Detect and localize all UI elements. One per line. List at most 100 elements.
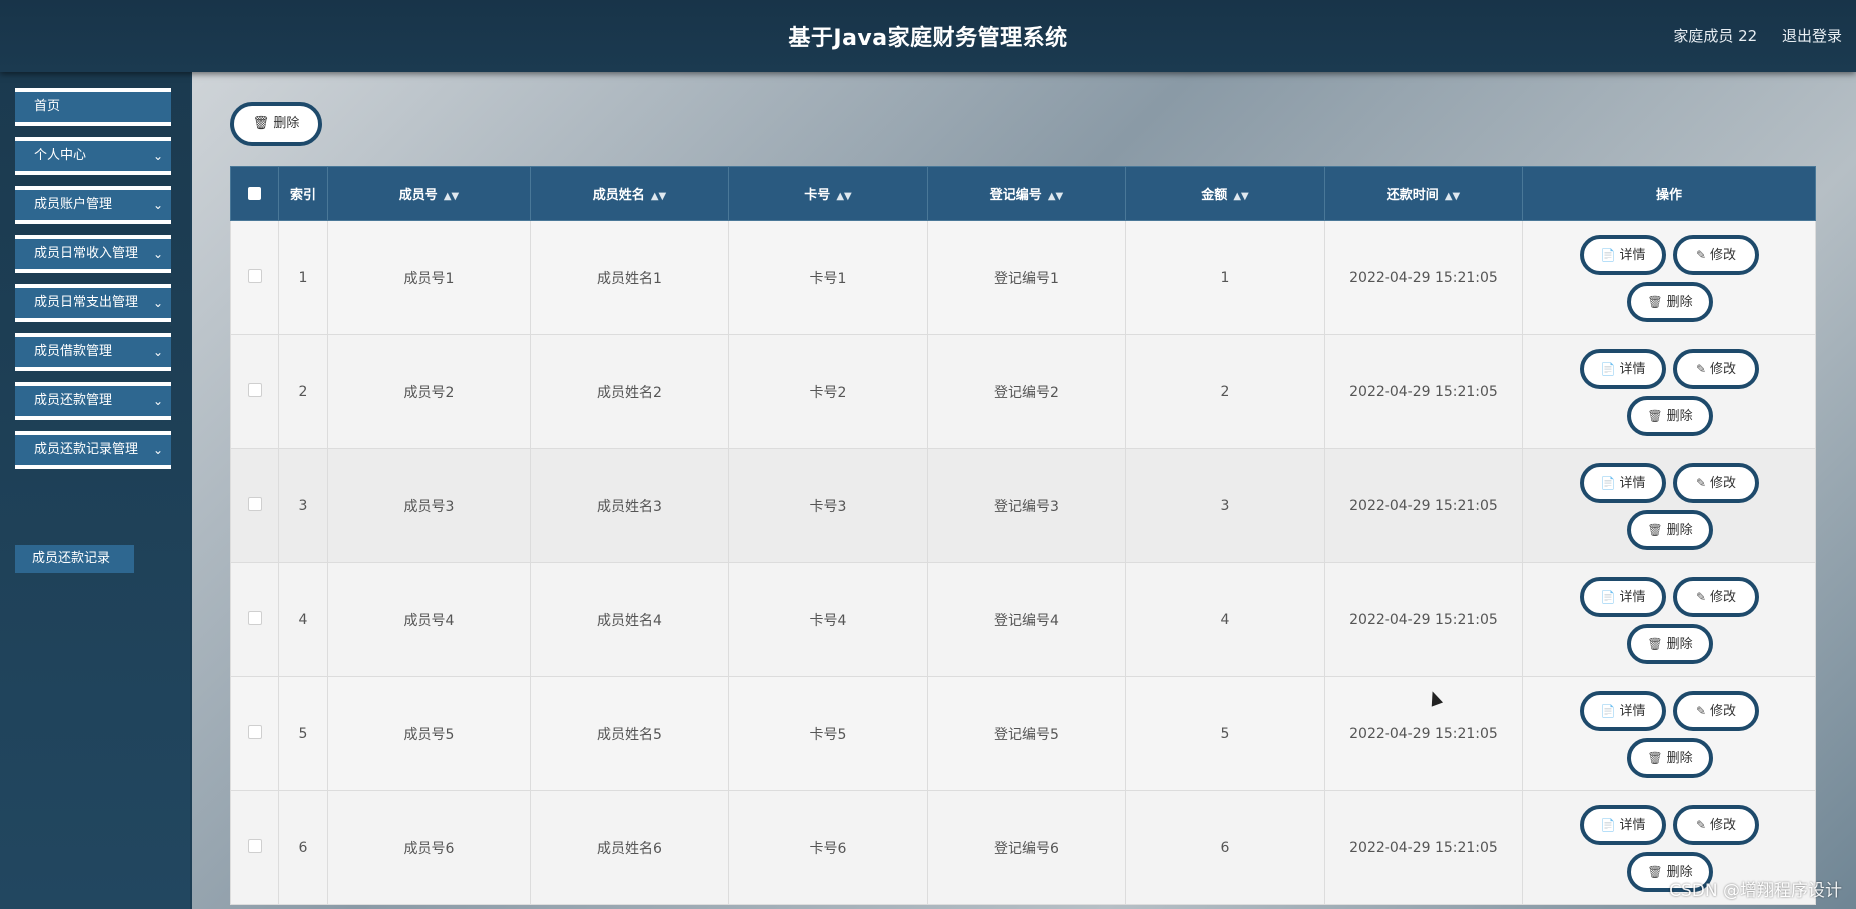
column-header-label: 操作: [1655, 188, 1682, 203]
sidebar: 首页 个人中心 ⌄ 成员账户管理 ⌄ 成员日常收入管理 ⌄ 成员日常支出管理 ⌄…: [0, 72, 190, 909]
detail-button[interactable]: 📄 详情: [1580, 235, 1666, 275]
detail-button[interactable]: 📄 详情: [1580, 805, 1666, 845]
cell-index: 2: [278, 334, 328, 449]
edit-button[interactable]: ✎ 修改: [1673, 463, 1759, 503]
sidebar-item-home[interactable]: 首页: [15, 88, 171, 126]
row-checkbox[interactable]: [247, 496, 262, 511]
cell-time: 2022-04-29 15:21:05: [1324, 676, 1523, 791]
column-header[interactable]: 成员号 ▲▼: [327, 166, 531, 221]
actions-group: 📄 详情 ✎ 修改 🗑 删除: [1523, 221, 1815, 334]
delete-button[interactable]: 🗑 删除: [1627, 624, 1713, 664]
edit-button[interactable]: ✎ 修改: [1673, 235, 1759, 275]
detail-label: 详情: [1619, 818, 1646, 833]
logout-link[interactable]: 退出登录: [1782, 27, 1842, 45]
sort-icon[interactable]: ▲▼: [1048, 191, 1063, 202]
table-row: 3 成员号3 成员姓名3 卡号3 登记编号3 3 2022-04-29 15:2…: [230, 448, 1816, 563]
delete-button[interactable]: 🗑 删除: [1627, 282, 1713, 322]
column-header[interactable]: 成员姓名 ▲▼: [530, 166, 729, 221]
sort-icon[interactable]: ▲▼: [1445, 191, 1460, 202]
cell-member-name: 成员姓名2: [530, 334, 729, 449]
detail-button[interactable]: 📄 详情: [1580, 691, 1666, 731]
row-checkbox[interactable]: [247, 610, 262, 625]
cell-amount: 1: [1125, 220, 1325, 335]
row-checkbox[interactable]: [247, 724, 262, 739]
cell-member-no: 成员号5: [327, 676, 531, 791]
user-name: 家庭成员 22: [1673, 27, 1758, 45]
column-header[interactable]: 还款时间 ▲▼: [1324, 166, 1523, 221]
detail-button[interactable]: 📄 详情: [1580, 463, 1666, 503]
edit-label: 修改: [1710, 818, 1737, 833]
column-header: 索引: [278, 166, 328, 221]
sidebar-item-daily-income[interactable]: 成员日常收入管理 ⌄: [15, 235, 171, 273]
column-header[interactable]: 金额 ▲▼: [1125, 166, 1325, 221]
select-all-cell: [230, 166, 279, 221]
delete-label: 删除: [1666, 523, 1693, 538]
detail-button[interactable]: 📄 详情: [1580, 349, 1666, 389]
actions-group: 📄 详情 ✎ 修改 🗑 删除: [1523, 563, 1815, 676]
submenu-item-repayment-record[interactable]: 成员还款记录: [15, 545, 134, 573]
trash-icon: 🗑: [1647, 637, 1663, 651]
cell-amount: 2: [1125, 334, 1325, 449]
delete-label: 删除: [1666, 637, 1693, 652]
sidebar-item-profile[interactable]: 个人中心 ⌄: [15, 137, 171, 175]
sort-icon[interactable]: ▲▼: [651, 191, 666, 202]
delete-label: 删除: [1666, 295, 1693, 310]
sort-icon[interactable]: ▲▼: [1233, 191, 1248, 202]
column-header-label: 还款时间: [1386, 188, 1439, 203]
sidebar-item-daily-expense[interactable]: 成员日常支出管理 ⌄: [15, 284, 171, 322]
sidebar-item-label: 成员日常收入管理: [34, 246, 139, 261]
column-header[interactable]: 登记编号 ▲▼: [927, 166, 1126, 221]
actions-group: 📄 详情 ✎ 修改 🗑 删除: [1523, 449, 1815, 562]
edit-button[interactable]: ✎ 修改: [1673, 577, 1759, 617]
row-select-cell: [230, 334, 279, 449]
app-title: 基于Java家庭财务管理系统: [788, 26, 1068, 51]
cell-actions: 📄 详情 ✎ 修改 🗑 删除: [1522, 220, 1816, 335]
chevron-down-icon: ⌄: [152, 149, 163, 163]
trash-icon: 🗑: [1647, 865, 1663, 879]
chevron-down-icon: ⌄: [152, 443, 163, 457]
cell-reg-no: 登记编号3: [927, 448, 1126, 563]
cell-actions: 📄 详情 ✎ 修改 🗑 删除: [1522, 448, 1816, 563]
cell-reg-no: 登记编号2: [927, 334, 1126, 449]
delete-button[interactable]: 🗑 删除: [1627, 396, 1713, 436]
sidebar-item-repayment[interactable]: 成员还款管理 ⌄: [15, 382, 171, 420]
cell-card-no: 卡号6: [728, 790, 928, 905]
edit-label: 修改: [1710, 476, 1737, 491]
detail-label: 详情: [1619, 590, 1646, 605]
pencil-icon: ✎: [1695, 362, 1707, 376]
cell-member-no: 成员号1: [327, 220, 531, 335]
select-all-checkbox[interactable]: [248, 187, 261, 200]
column-header[interactable]: 卡号 ▲▼: [728, 166, 928, 221]
trash-icon: 🗑: [1647, 295, 1663, 309]
delete-button[interactable]: 🗑 删除: [1627, 738, 1713, 778]
sidebar-item-member-account[interactable]: 成员账户管理 ⌄: [15, 186, 171, 224]
row-checkbox[interactable]: [247, 268, 262, 283]
edit-button[interactable]: ✎ 修改: [1673, 349, 1759, 389]
document-icon: 📄: [1600, 476, 1616, 490]
delete-button[interactable]: 🗑 删除: [1627, 510, 1713, 550]
sort-icon[interactable]: ▲▼: [444, 191, 459, 202]
sidebar-item-label: 个人中心: [34, 148, 87, 163]
cell-index: 6: [278, 790, 328, 905]
chevron-down-icon: ⌄: [152, 345, 163, 359]
cell-member-no: 成员号6: [327, 790, 531, 905]
batch-delete-button[interactable]: 🗑 删除: [230, 102, 322, 146]
row-checkbox[interactable]: [247, 382, 262, 397]
edit-button[interactable]: ✎ 修改: [1673, 805, 1759, 845]
sort-icon[interactable]: ▲▼: [836, 191, 851, 202]
cell-time: 2022-04-29 15:21:05: [1324, 220, 1523, 335]
sidebar-item-repayment-record[interactable]: 成员还款记录管理 ⌄: [15, 431, 171, 469]
chevron-down-icon: ⌄: [152, 247, 163, 261]
row-checkbox[interactable]: [247, 838, 262, 853]
edit-button[interactable]: ✎ 修改: [1673, 691, 1759, 731]
document-icon: 📄: [1600, 818, 1616, 832]
detail-button[interactable]: 📄 详情: [1580, 577, 1666, 617]
main-content: 🗑 删除 索引 成员号 ▲▼ 成员姓名 ▲▼ 卡号 ▲▼ 登记编号 ▲▼ 金额 ▲▼ 还款…: [192, 72, 1856, 909]
sidebar-item-loan[interactable]: 成员借款管理 ⌄: [15, 333, 171, 371]
sidebar-item-label: 成员借款管理: [34, 344, 113, 359]
sidebar-item-label: 成员还款记录管理: [34, 442, 139, 457]
document-icon: 📄: [1600, 704, 1616, 718]
cell-time: 2022-04-29 15:21:05: [1324, 790, 1523, 905]
cell-index: 3: [278, 448, 328, 563]
pencil-icon: ✎: [1695, 476, 1707, 490]
